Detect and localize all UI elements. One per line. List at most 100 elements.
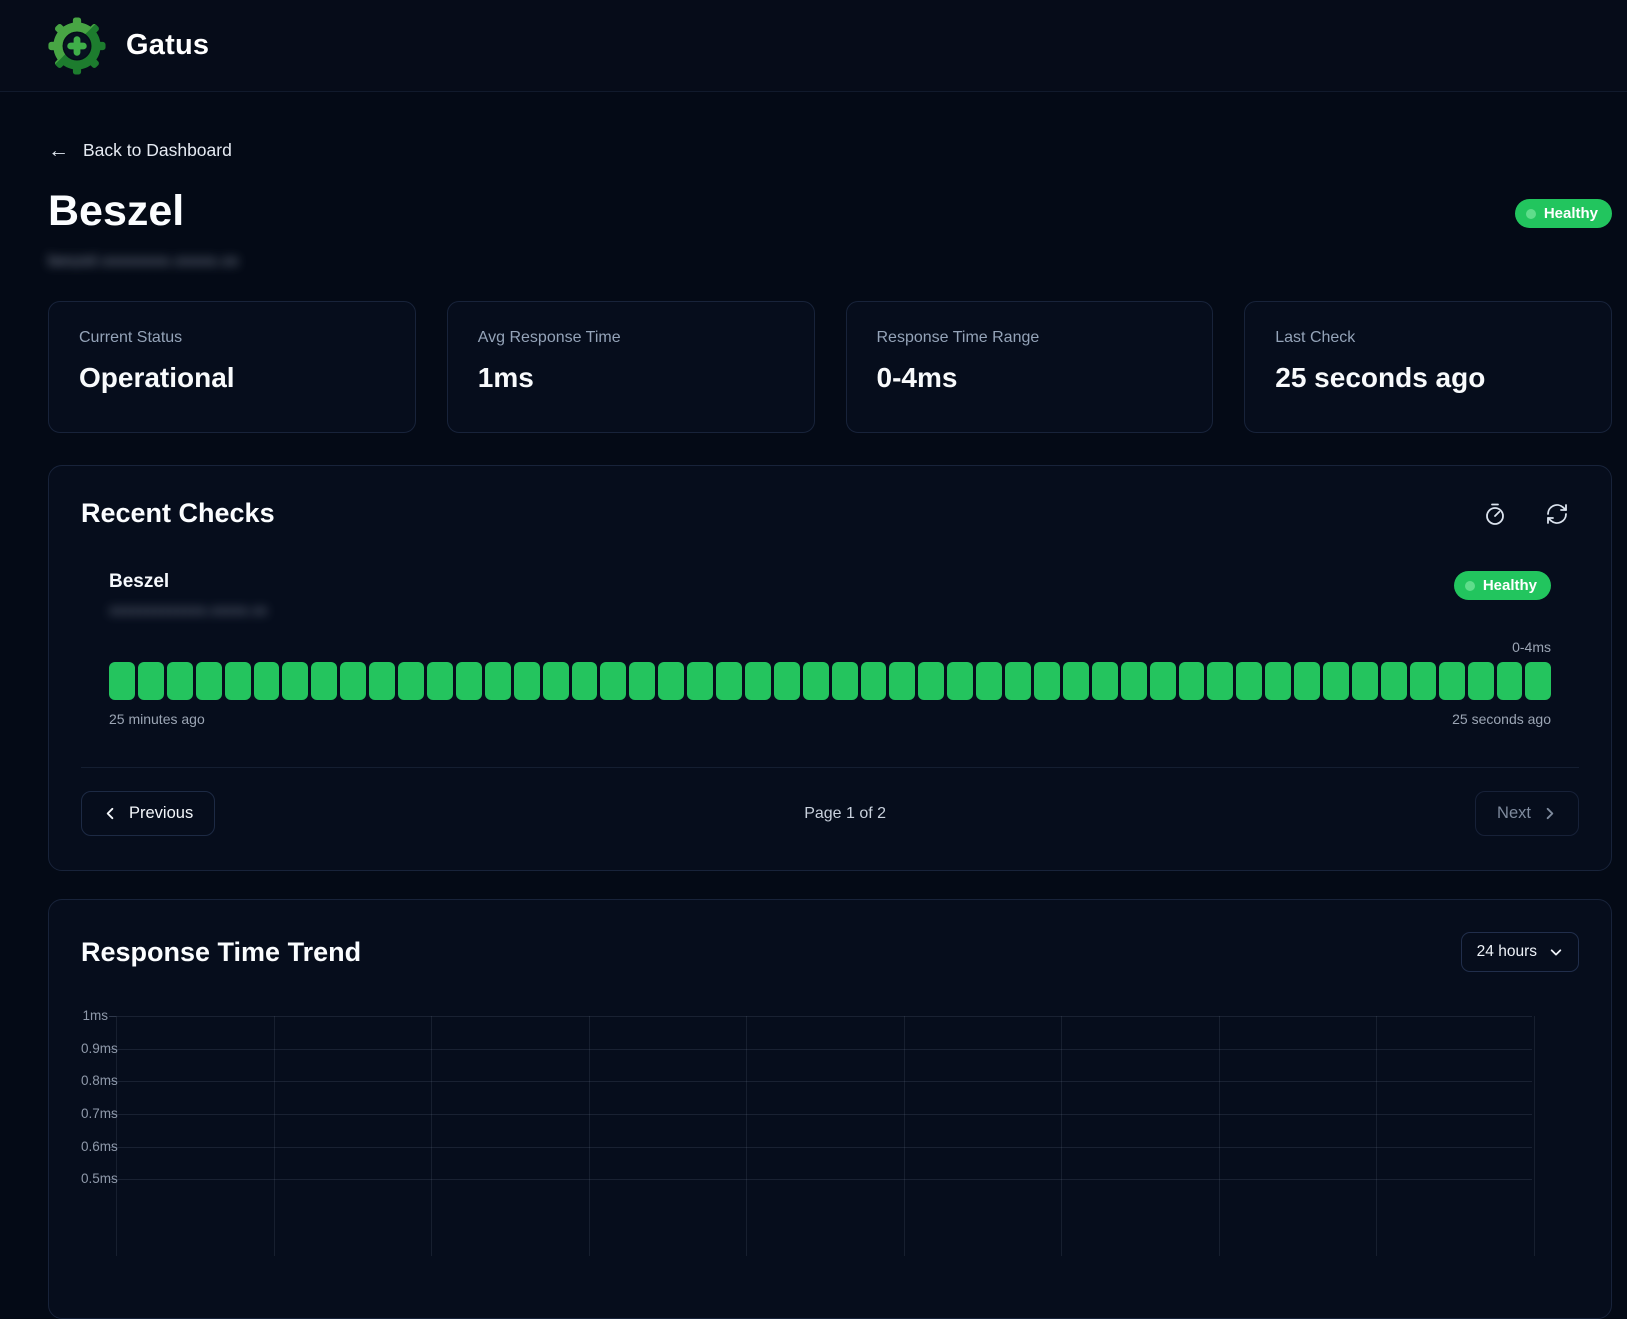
horizontal-gridline xyxy=(116,1114,1532,1115)
uptime-block[interactable] xyxy=(282,662,308,700)
uptime-block[interactable] xyxy=(803,662,829,700)
vertical-gridline xyxy=(274,1016,275,1256)
uptime-block[interactable] xyxy=(254,662,280,700)
uptime-block[interactable] xyxy=(889,662,915,700)
uptime-block[interactable] xyxy=(456,662,482,700)
uptime-block[interactable] xyxy=(340,662,366,700)
uptime-block[interactable] xyxy=(514,662,540,700)
uptime-block[interactable] xyxy=(1092,662,1118,700)
refresh-icon[interactable] xyxy=(1545,502,1569,526)
horizontal-gridline xyxy=(116,1049,1532,1050)
uptime-block[interactable] xyxy=(196,662,222,700)
y-axis-tick-mark xyxy=(109,1147,116,1148)
vertical-gridline xyxy=(1534,1016,1535,1256)
response-range-label: 0-4ms xyxy=(109,639,1551,655)
stat-card-1: Avg Response Time 1ms xyxy=(447,301,815,433)
vertical-gridline xyxy=(904,1016,905,1256)
trend-title: Response Time Trend xyxy=(81,937,361,968)
uptime-block[interactable] xyxy=(1468,662,1494,700)
uptime-block[interactable] xyxy=(1236,662,1262,700)
uptime-block[interactable] xyxy=(427,662,453,700)
vertical-gridline xyxy=(746,1016,747,1256)
recent-checks-title: Recent Checks xyxy=(81,498,275,529)
uptime-block[interactable] xyxy=(1121,662,1147,700)
uptime-block[interactable] xyxy=(1323,662,1349,700)
timer-icon[interactable] xyxy=(1483,502,1507,526)
uptime-block[interactable] xyxy=(1294,662,1320,700)
uptime-block[interactable] xyxy=(716,662,742,700)
uptime-block[interactable] xyxy=(225,662,251,700)
response-time-chart: 1ms0.9ms0.8ms0.7ms0.6ms0.5ms xyxy=(81,1016,1579,1276)
y-axis-tick-label: 1ms xyxy=(81,1007,108,1025)
stat-label: Response Time Range xyxy=(877,329,1183,347)
uptime-block[interactable] xyxy=(1005,662,1031,700)
uptime-block[interactable] xyxy=(1063,662,1089,700)
y-axis-tick-label: 0.8ms xyxy=(81,1072,108,1090)
uptime-block[interactable] xyxy=(1179,662,1205,700)
stats-row: Current Status Operational Avg Response … xyxy=(48,301,1612,433)
previous-page-button[interactable]: Previous xyxy=(81,791,215,836)
uptime-block[interactable] xyxy=(600,662,626,700)
check-entry-name: Beszel xyxy=(109,571,267,593)
uptime-block[interactable] xyxy=(832,662,858,700)
uptime-block[interactable] xyxy=(138,662,164,700)
uptime-block[interactable] xyxy=(167,662,193,700)
horizontal-gridline xyxy=(116,1016,1532,1017)
uptime-block[interactable] xyxy=(1150,662,1176,700)
uptime-block[interactable] xyxy=(1497,662,1523,700)
uptime-block[interactable] xyxy=(1410,662,1436,700)
uptime-block[interactable] xyxy=(658,662,684,700)
vertical-gridline xyxy=(116,1016,117,1256)
stat-card-3: Last Check 25 seconds ago xyxy=(1244,301,1612,433)
uptime-block[interactable] xyxy=(687,662,713,700)
y-axis-tick-label: 0.6ms xyxy=(81,1138,108,1156)
uptime-block[interactable] xyxy=(1265,662,1291,700)
uptime-block[interactable] xyxy=(1525,662,1551,700)
y-axis-tick-mark xyxy=(109,1179,116,1180)
uptime-block[interactable] xyxy=(918,662,944,700)
uptime-block[interactable] xyxy=(572,662,598,700)
uptime-block[interactable] xyxy=(745,662,771,700)
y-axis-tick-label: 0.9ms xyxy=(81,1040,108,1058)
uptime-block[interactable] xyxy=(1381,662,1407,700)
uptime-block-bar xyxy=(109,662,1551,700)
uptime-block[interactable] xyxy=(543,662,569,700)
back-to-dashboard-link[interactable]: ← Back to Dashboard xyxy=(48,140,232,161)
check-entry-status-badge: Healthy xyxy=(1454,571,1551,600)
uptime-block[interactable] xyxy=(1439,662,1465,700)
uptime-block[interactable] xyxy=(485,662,511,700)
response-time-trend-card: Response Time Trend 24 hours 1ms 0.9ms 0.8… xyxy=(48,899,1612,1319)
time-range-select[interactable]: 24 hours xyxy=(1461,932,1579,972)
uptime-block[interactable] xyxy=(774,662,800,700)
previous-label: Previous xyxy=(129,804,193,823)
stat-value: 1ms xyxy=(478,362,784,394)
service-url-redacted: beszel.xxxxxxxx.xxxxx.xx xyxy=(48,251,239,271)
horizontal-gridline xyxy=(116,1179,1532,1180)
stat-value: 0-4ms xyxy=(877,362,1183,394)
uptime-block[interactable] xyxy=(629,662,655,700)
arrow-left-icon: ← xyxy=(48,140,69,161)
next-page-button[interactable]: Next xyxy=(1475,791,1579,836)
app-header: Gatus xyxy=(0,0,1627,92)
time-range-value: 24 hours xyxy=(1477,943,1537,961)
uptime-block[interactable] xyxy=(109,662,135,700)
uptime-block[interactable] xyxy=(1352,662,1378,700)
uptime-block[interactable] xyxy=(398,662,424,700)
y-axis-tick-label: 0.7ms xyxy=(81,1105,108,1123)
gatus-logo-icon xyxy=(48,17,106,75)
uptime-block[interactable] xyxy=(1207,662,1233,700)
uptime-block[interactable] xyxy=(369,662,395,700)
uptime-block[interactable] xyxy=(976,662,1002,700)
check-entry: Beszel xxxxxxxxxxxxx.xxxxx.xx Healthy 0-… xyxy=(81,571,1579,727)
uptime-block[interactable] xyxy=(1034,662,1060,700)
uptime-block[interactable] xyxy=(311,662,337,700)
check-entry-url-redacted: xxxxxxxxxxxxx.xxxxx.xx xyxy=(109,602,267,619)
recent-checks-card: Recent Checks Beszel xxxxx xyxy=(48,465,1612,871)
uptime-block[interactable] xyxy=(861,662,887,700)
vertical-gridline xyxy=(431,1016,432,1256)
stat-label: Current Status xyxy=(79,329,385,347)
vertical-gridline xyxy=(1061,1016,1062,1256)
status-badge: Healthy xyxy=(1515,199,1612,228)
uptime-block[interactable] xyxy=(947,662,973,700)
vertical-gridline xyxy=(589,1016,590,1256)
